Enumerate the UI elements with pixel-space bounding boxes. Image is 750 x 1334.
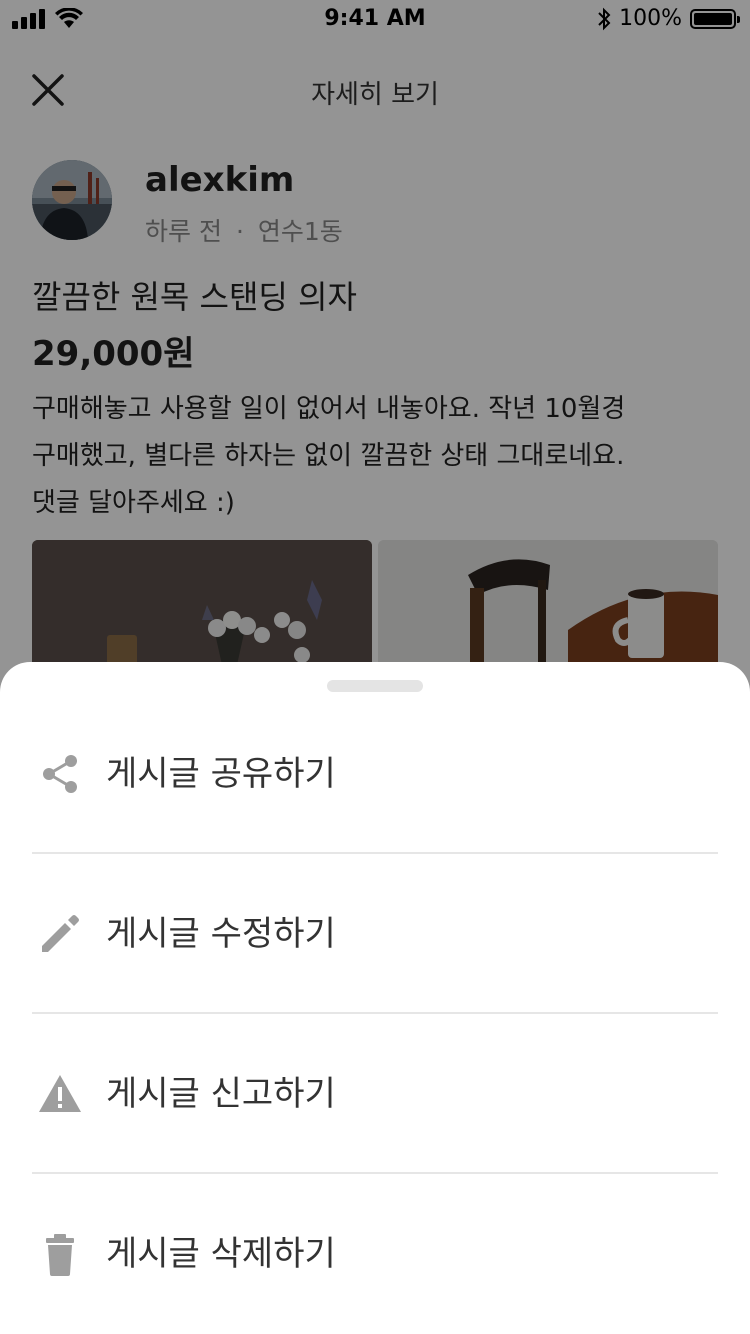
share-post-item[interactable]: 게시글 공유하기 xyxy=(0,694,750,854)
delete-post-item[interactable]: 게시글 삭제하기 xyxy=(0,1174,750,1334)
action-sheet: 게시글 공유하기 게시글 수정하기 게시글 신고하기 게시글 삭제하기 xyxy=(0,662,750,1334)
report-post-item[interactable]: 게시글 신고하기 xyxy=(0,1014,750,1174)
report-post-label: 게시글 신고하기 xyxy=(106,1074,336,1114)
delete-post-label: 게시글 삭제하기 xyxy=(106,1234,336,1274)
edit-post-label: 게시글 수정하기 xyxy=(106,914,336,954)
sheet-handle[interactable] xyxy=(327,680,423,692)
trash-icon xyxy=(46,1234,74,1276)
share-post-label: 게시글 공유하기 xyxy=(106,754,336,794)
share-icon xyxy=(43,755,77,793)
post-detail-page: 9:41 AM 100% 자세히 보기 alexkim 하루 전 · 연수1동 … xyxy=(0,0,750,1334)
edit-post-item[interactable]: 게시글 수정하기 xyxy=(0,854,750,1014)
warning-icon xyxy=(39,1075,81,1112)
pencil-icon xyxy=(42,915,79,952)
